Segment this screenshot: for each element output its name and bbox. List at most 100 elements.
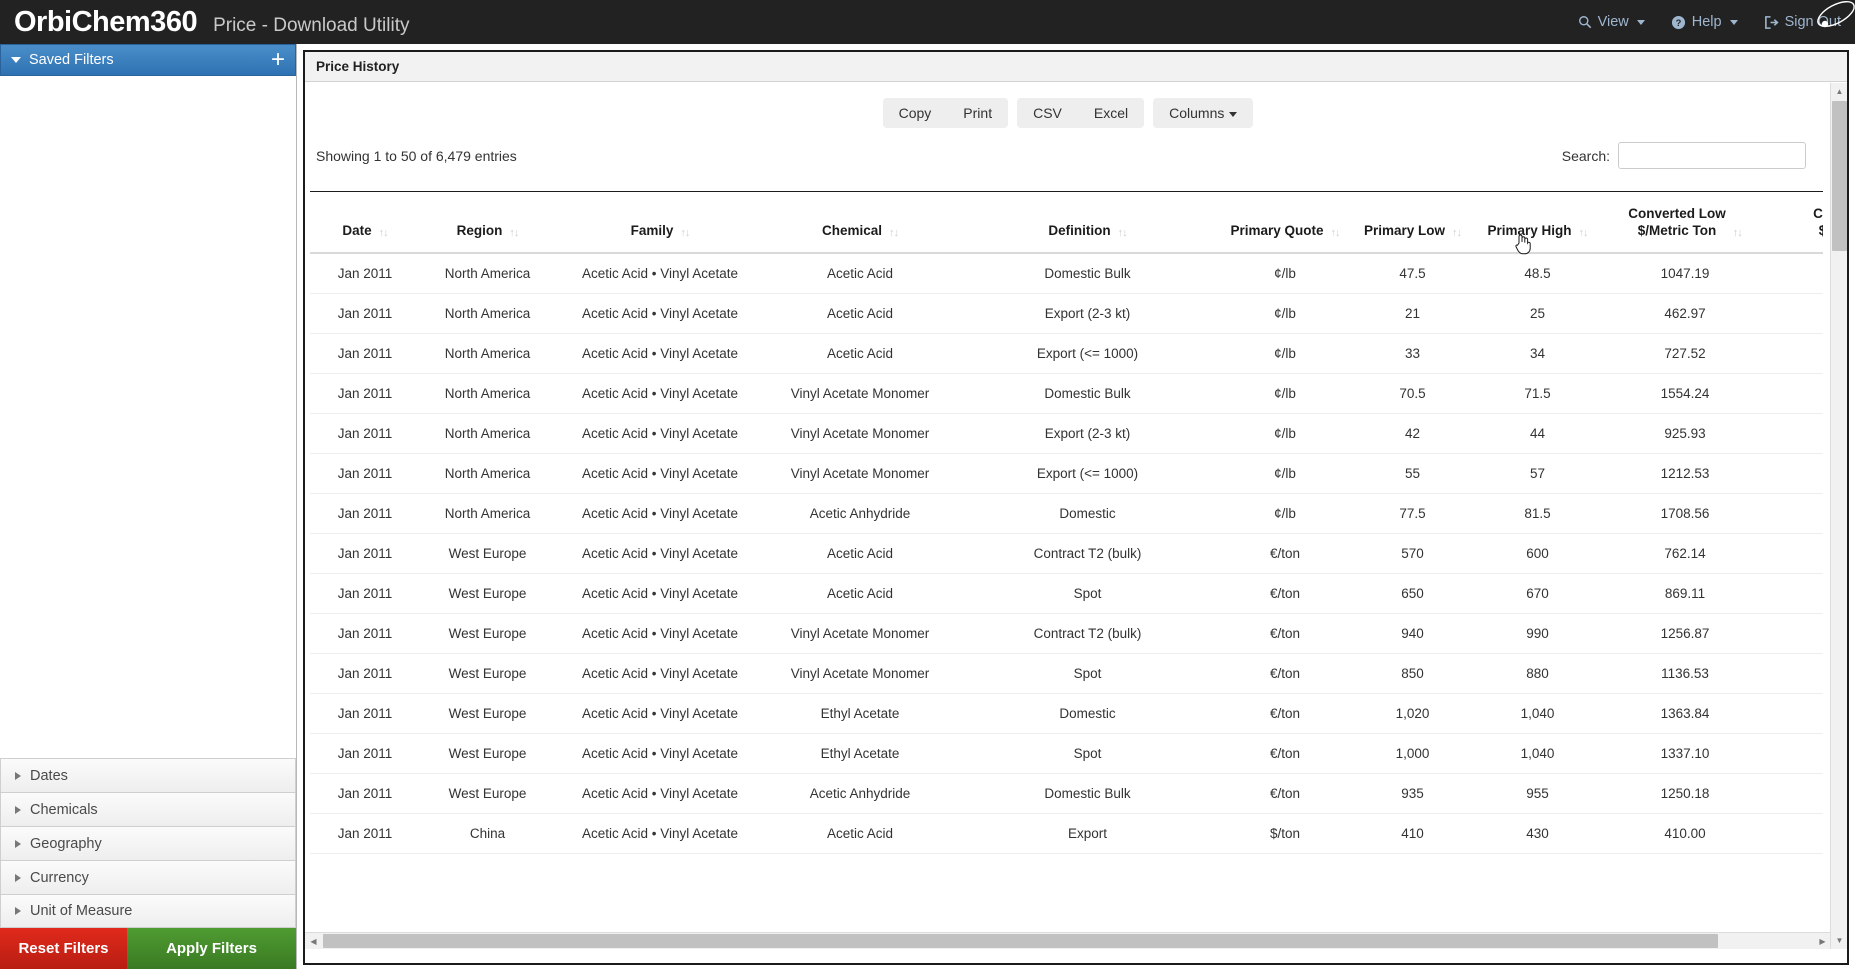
scroll-down-arrow-icon[interactable]: ▼	[1831, 932, 1848, 949]
column-header-primary-low[interactable]: Primary Low ↑↓	[1350, 192, 1475, 254]
cell-primary-high: 44	[1475, 413, 1600, 454]
scroll-left-arrow-icon[interactable]: ◀	[305, 933, 322, 949]
cell-converted-high	[1770, 453, 1823, 494]
cell-region: West Europe	[420, 653, 555, 694]
cell-primary-high: 990	[1475, 613, 1600, 654]
horizontal-scrollbar-thumb[interactable]	[323, 934, 1718, 948]
saved-filters-header[interactable]: Saved Filters +	[0, 44, 296, 76]
table-row[interactable]: Jan 2011 North America Acetic Acid • Vinyl…	[310, 413, 1823, 454]
table-row[interactable]: Jan 2011 West Europe Acetic Acid • Vinyl A…	[310, 733, 1823, 774]
scroll-right-arrow-icon[interactable]: ▶	[1814, 933, 1831, 949]
cell-primary-high: 1,040	[1475, 733, 1600, 774]
reset-filters-button[interactable]: Reset Filters	[0, 928, 127, 969]
cell-region: West Europe	[420, 733, 555, 774]
table-body: Jan 2011 North America Acetic Acid • Vinyl…	[310, 252, 1823, 854]
cell-family: Acetic Acid • Vinyl Acetate	[555, 373, 765, 414]
cell-date: Jan 2011	[310, 293, 420, 334]
cell-primary-high: 57	[1475, 453, 1600, 494]
column-header-converted-low[interactable]: Converted Low $/Metric Ton ↑↓	[1600, 192, 1770, 254]
cell-date: Jan 2011	[310, 813, 420, 854]
cell-chemical: Acetic Anhydride	[765, 493, 955, 534]
table-row[interactable]: Jan 2011 West Europe Acetic Acid • Vinyl A…	[310, 573, 1823, 614]
sidebar-item-dates[interactable]: Dates	[0, 758, 296, 792]
table-row[interactable]: Jan 2011 West Europe Acetic Acid • Vinyl A…	[310, 773, 1823, 814]
apply-filters-button[interactable]: Apply Filters	[127, 928, 296, 969]
table-row[interactable]: Jan 2011 West Europe Acetic Acid • Vinyl A…	[310, 613, 1823, 654]
cell-family: Acetic Acid • Vinyl Acetate	[555, 813, 765, 854]
column-header-converted-high-label: Conv$/M	[1813, 206, 1823, 238]
print-button[interactable]: Print	[947, 98, 1009, 128]
copy-button[interactable]: Copy	[882, 98, 948, 128]
cell-converted-low: 762.14	[1600, 533, 1770, 574]
column-header-date[interactable]: Date ↑↓	[310, 192, 420, 254]
cell-definition: Spot	[955, 573, 1220, 614]
table-row[interactable]: Jan 2011 West Europe Acetic Acid • Vinyl A…	[310, 653, 1823, 694]
table-row[interactable]: Jan 2011 North America Acetic Acid • Vinyl…	[310, 373, 1823, 414]
entries-info: Showing 1 to 50 of 6,479 entries	[316, 147, 517, 164]
cell-converted-low: 1047.19	[1600, 252, 1770, 294]
cell-family: Acetic Acid • Vinyl Acetate	[555, 252, 765, 294]
column-header-primary-quote[interactable]: Primary Quote ↑↓	[1220, 192, 1350, 254]
column-header-chemical[interactable]: Chemical ↑↓	[765, 192, 955, 254]
table-row[interactable]: Jan 2011 West Europe Acetic Acid • Vinyl A…	[310, 693, 1823, 734]
table-row[interactable]: Jan 2011 North America Acetic Acid • Vinyl…	[310, 493, 1823, 534]
chevron-down-icon	[1729, 19, 1738, 25]
sidebar-item-unit-of-measure[interactable]: Unit of Measure	[0, 894, 296, 928]
cell-definition: Spot	[955, 733, 1220, 774]
cell-primary-quote: €/ton	[1220, 533, 1350, 574]
sort-icon: ↑↓	[1330, 226, 1341, 239]
column-header-primary-high[interactable]: Primary High ↑↓	[1475, 192, 1600, 254]
table-header: Date ↑↓ Region ↑↓ Family ↑↓ Chemical ↑↓ Defi…	[310, 192, 1823, 254]
sidebar-item-geography[interactable]: Geography	[0, 826, 296, 860]
table-row[interactable]: Jan 2011 North America Acetic Acid • Vinyl…	[310, 252, 1823, 294]
excel-export-button[interactable]: Excel	[1077, 98, 1145, 128]
cell-primary-high: 430	[1475, 813, 1600, 854]
cell-primary-high: 48.5	[1475, 252, 1600, 294]
cell-converted-low: 1708.56	[1600, 493, 1770, 534]
cell-region: West Europe	[420, 573, 555, 614]
cell-date: Jan 2011	[310, 533, 420, 574]
cell-chemical: Vinyl Acetate Monomer	[765, 413, 955, 454]
cell-date: Jan 2011	[310, 413, 420, 454]
column-header-definition[interactable]: Definition ↑↓	[955, 192, 1220, 254]
table-row[interactable]: Jan 2011 West Europe Acetic Acid • Vinyl A…	[310, 533, 1823, 574]
nav-item-sign-out[interactable]: Sign Out	[1764, 14, 1841, 30]
cell-region: West Europe	[420, 693, 555, 734]
search-input[interactable]	[1618, 142, 1806, 169]
vertical-scrollbar[interactable]: ▲ ▼	[1830, 83, 1847, 949]
table-row[interactable]: Jan 2011 North America Acetic Acid • Vinyl…	[310, 333, 1823, 374]
cell-chemical: Acetic Acid	[765, 293, 955, 334]
columns-dropdown-button[interactable]: Columns	[1153, 98, 1254, 128]
nav-item-view-label: View	[1597, 14, 1629, 30]
sidebar-item-chemicals[interactable]: Chemicals	[0, 792, 296, 826]
top-nav-items: View ? Help Sign Out	[1578, 14, 1855, 30]
horizontal-scrollbar[interactable]: ◀ ▶	[305, 932, 1831, 949]
column-header-region[interactable]: Region ↑↓	[420, 192, 555, 254]
nav-item-view[interactable]: View	[1578, 14, 1645, 30]
cell-chemical: Acetic Acid	[765, 333, 955, 374]
csv-export-button[interactable]: CSV	[1017, 98, 1078, 128]
orbichem360-logo: OrbiChem360	[14, 5, 198, 38]
table-row[interactable]: Jan 2011 China Acetic Acid • Vinyl Acetate…	[310, 813, 1823, 854]
vertical-scrollbar-thumb[interactable]	[1832, 101, 1847, 251]
cell-primary-high: 34	[1475, 333, 1600, 374]
sidebar-item-chemicals-label: Chemicals	[30, 801, 98, 818]
cell-chemical: Ethyl Acetate	[765, 693, 955, 734]
add-saved-filter-button[interactable]: +	[271, 48, 285, 72]
column-header-family[interactable]: Family ↑↓	[555, 192, 765, 254]
chevron-right-icon	[15, 805, 21, 814]
chevron-right-icon	[15, 873, 21, 882]
cell-chemical: Vinyl Acetate Monomer	[765, 453, 955, 494]
sidebar-item-currency[interactable]: Currency	[0, 860, 296, 894]
cell-converted-low: 727.52	[1600, 333, 1770, 374]
scroll-up-arrow-icon[interactable]: ▲	[1831, 83, 1848, 100]
table-row[interactable]: Jan 2011 North America Acetic Acid • Vinyl…	[310, 293, 1823, 334]
cell-family: Acetic Acid • Vinyl Acetate	[555, 333, 765, 374]
cell-family: Acetic Acid • Vinyl Acetate	[555, 613, 765, 654]
chevron-down-icon	[1636, 19, 1645, 25]
cell-family: Acetic Acid • Vinyl Acetate	[555, 293, 765, 334]
price-history-panel: Price History Copy Print CSV Excel Colum…	[303, 50, 1849, 965]
table-row[interactable]: Jan 2011 North America Acetic Acid • Vinyl…	[310, 453, 1823, 494]
column-header-converted-high[interactable]: Conv$/M	[1770, 192, 1823, 254]
nav-item-help[interactable]: ? Help	[1671, 14, 1738, 30]
